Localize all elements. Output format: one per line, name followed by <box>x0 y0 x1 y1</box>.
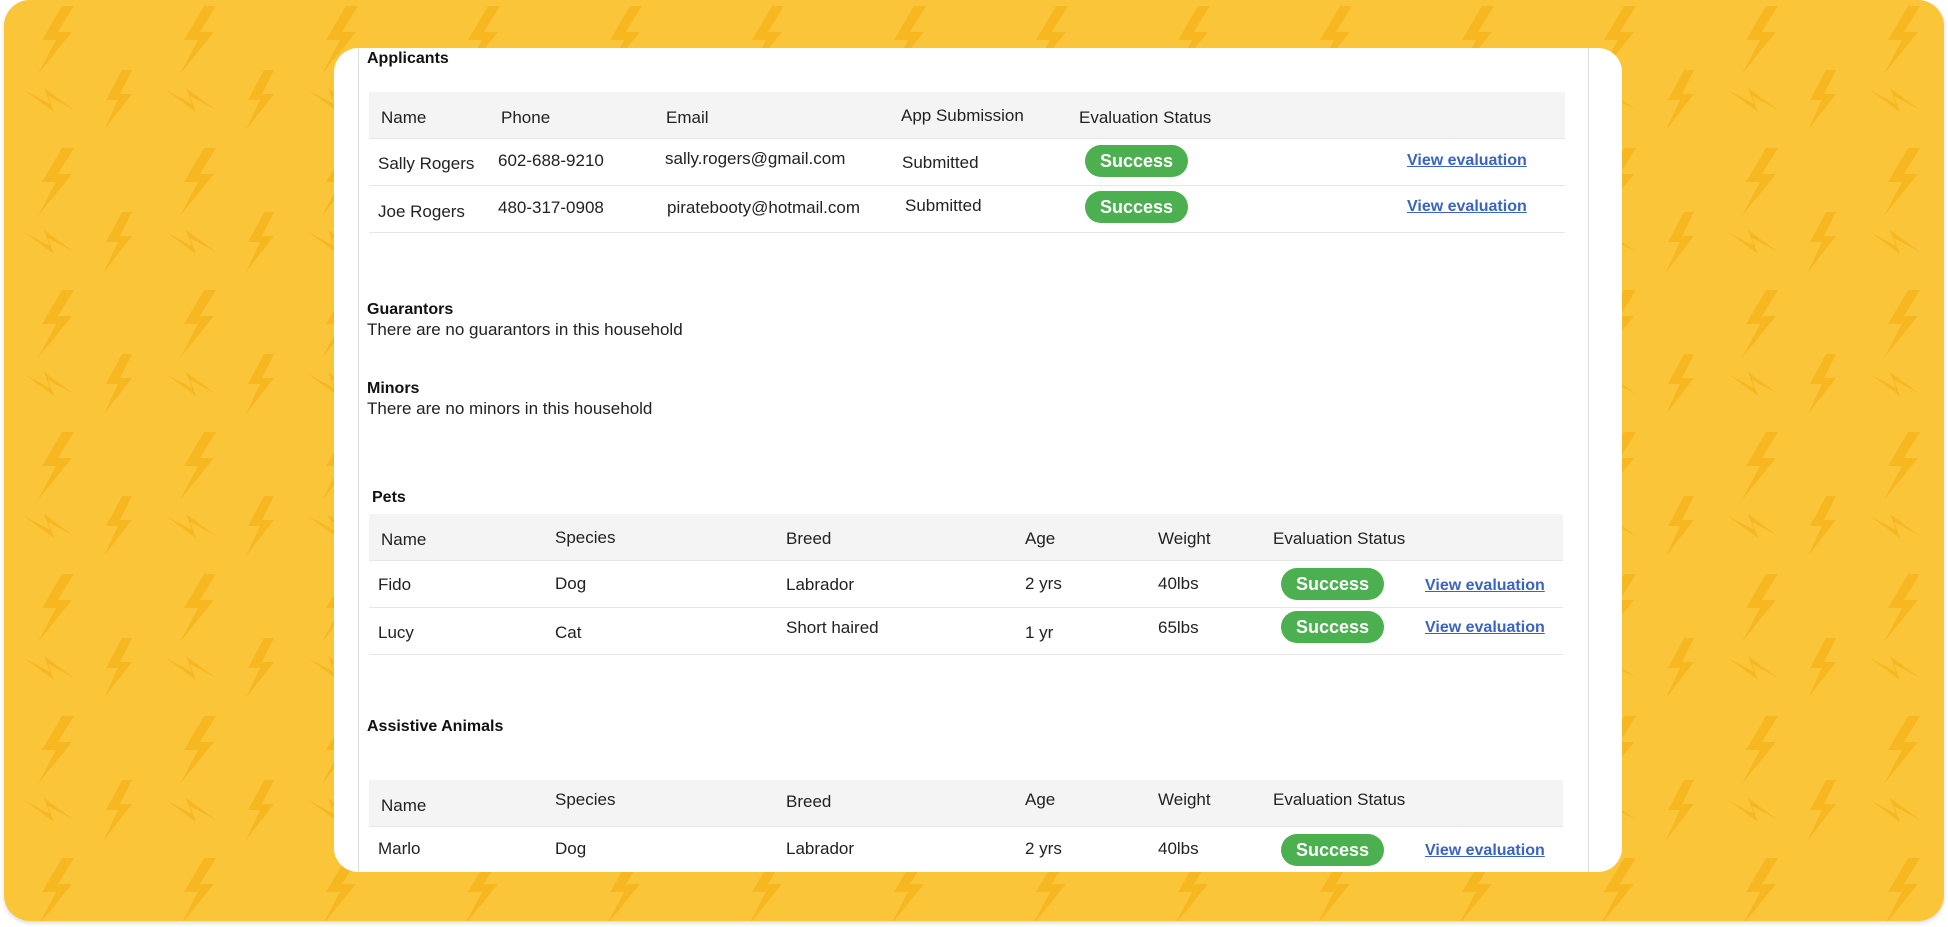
applicants-table-header: Name Phone Email App Submission Evaluati… <box>369 92 1565 139</box>
assistive-animals-table: Name Species Breed Age Weight Evaluation… <box>369 780 1563 872</box>
view-evaluation-link[interactable]: View evaluation <box>1425 842 1545 860</box>
pet-name: Fido <box>378 575 412 594</box>
success-badge[interactable]: Success <box>1085 191 1188 223</box>
table-row: Sally Rogers 602-688-9210 sally.rogers@g… <box>369 139 1565 186</box>
pet-name: Lucy <box>378 623 414 642</box>
applicant-submission: Submitted <box>905 196 982 215</box>
view-evaluation-link[interactable]: View evaluation <box>1407 152 1527 170</box>
table-row: Fido Dog Labrador 2 yrs 40lbs Success Vi… <box>369 561 1563 608</box>
success-badge[interactable]: Success <box>1281 834 1384 866</box>
assistive-animals-table-header: Name Species Breed Age Weight Evaluation… <box>369 780 1563 827</box>
assistive-animal-age: 2 yrs <box>1025 839 1062 858</box>
column-header-weight: Weight <box>1158 790 1211 809</box>
success-badge[interactable]: Success <box>1085 145 1188 177</box>
pet-weight: 40lbs <box>1158 574 1199 593</box>
minors-empty-message: There are no minors in this household <box>367 399 653 418</box>
applicant-name: Joe Rogers <box>378 202 465 221</box>
success-badge[interactable]: Success <box>1281 568 1384 600</box>
minors-heading: Minors <box>367 380 420 397</box>
applicant-phone: 480-317-0908 <box>498 198 604 217</box>
success-badge[interactable]: Success <box>1281 611 1384 643</box>
applicant-email: piratebooty@hotmail.com <box>667 198 861 217</box>
pet-breed: Labrador <box>786 575 855 594</box>
household-card: Applicants Name Phone Email App Submissi… <box>334 48 1622 872</box>
assistive-animal-weight: 40lbs <box>1158 839 1199 858</box>
column-header-app-submission: App Submission <box>901 106 1024 125</box>
view-evaluation-link[interactable]: View evaluation <box>1425 619 1545 637</box>
pet-breed: Short haired <box>786 618 879 637</box>
pet-species: Dog <box>555 574 587 593</box>
applicant-phone: 602-688-9210 <box>498 151 604 170</box>
yellow-backdrop: Applicants Name Phone Email App Submissi… <box>4 0 1944 921</box>
applicants-heading: Applicants <box>367 50 449 67</box>
pet-weight: 65lbs <box>1158 618 1199 637</box>
applicant-name: Sally Rogers <box>378 154 475 173</box>
column-header-breed: Breed <box>786 529 832 548</box>
column-header-evaluation-status: Evaluation Status <box>1079 108 1212 127</box>
pet-species: Cat <box>555 623 582 642</box>
table-row: Lucy Cat Short haired 1 yr 65lbs Success… <box>369 608 1563 655</box>
column-header-age: Age <box>1025 529 1056 548</box>
column-header-phone: Phone <box>501 108 551 127</box>
column-header-evaluation-status: Evaluation Status <box>1273 790 1406 809</box>
column-header-name: Name <box>381 530 427 549</box>
assistive-animals-heading: Assistive Animals <box>367 718 504 735</box>
assistive-animal-name: Marlo <box>378 839 421 858</box>
applicant-submission: Submitted <box>902 153 979 172</box>
column-header-breed: Breed <box>786 792 832 811</box>
column-header-weight: Weight <box>1158 529 1211 548</box>
pets-table-header: Name Species Breed Age Weight Evaluation… <box>369 514 1563 561</box>
column-header-email: Email <box>666 108 709 127</box>
pets-table: Name Species Breed Age Weight Evaluation… <box>369 514 1563 655</box>
assistive-animal-species: Dog <box>555 839 587 858</box>
guarantors-empty-message: There are no guarantors in this househol… <box>367 320 683 339</box>
column-header-name: Name <box>381 108 427 127</box>
column-header-age: Age <box>1025 790 1056 809</box>
assistive-animal-breed: Labrador <box>786 839 855 858</box>
pet-age: 1 yr <box>1025 623 1054 642</box>
table-row: Joe Rogers 480-317-0908 piratebooty@hotm… <box>369 186 1565 233</box>
applicant-email: sally.rogers@gmail.com <box>665 149 846 168</box>
column-header-species: Species <box>555 528 616 547</box>
view-evaluation-link[interactable]: View evaluation <box>1425 577 1545 595</box>
column-header-evaluation-status: Evaluation Status <box>1273 529 1406 548</box>
applicants-table: Name Phone Email App Submission Evaluati… <box>369 92 1565 233</box>
table-row: Marlo Dog Labrador 2 yrs 40lbs Success V… <box>369 827 1563 872</box>
column-header-name: Name <box>381 796 427 815</box>
column-header-species: Species <box>555 790 616 809</box>
pet-age: 2 yrs <box>1025 574 1062 593</box>
view-evaluation-link[interactable]: View evaluation <box>1407 198 1527 216</box>
household-content: Applicants Name Phone Email App Submissi… <box>358 48 1589 872</box>
guarantors-heading: Guarantors <box>367 301 454 318</box>
pets-heading: Pets <box>372 489 406 506</box>
